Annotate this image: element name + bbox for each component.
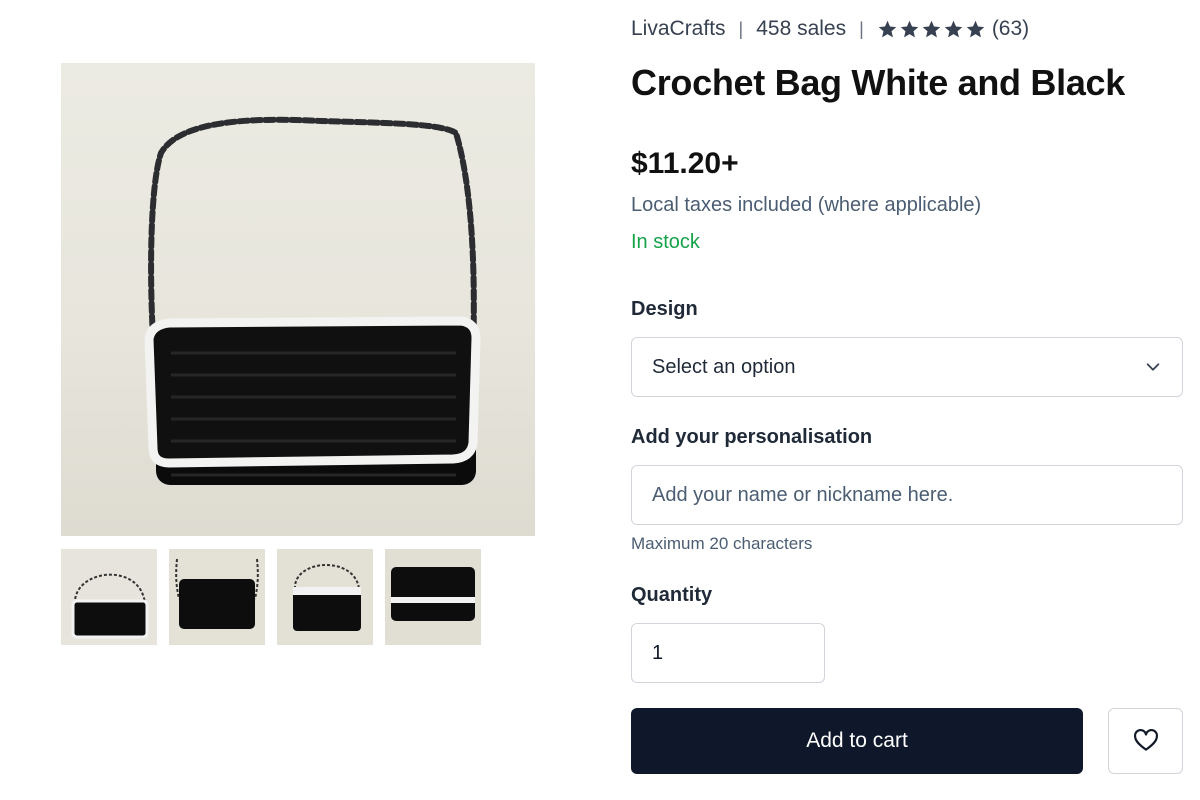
thumbnail-2[interactable]	[169, 549, 265, 645]
chevron-down-icon	[1146, 363, 1160, 371]
shop-meta-line: LivaCrafts | 458 sales | (63)	[631, 17, 1029, 41]
star-icon	[900, 20, 919, 37]
taxes-note: Local taxes included (where applicable)	[631, 194, 982, 216]
separator: |	[859, 18, 864, 39]
design-label: Design	[631, 298, 698, 320]
add-to-cart-button[interactable]: Add to cart	[631, 708, 1083, 774]
personalisation-label: Add your personalisation	[631, 426, 873, 448]
quantity-input[interactable]	[631, 623, 825, 683]
thumbnail-strip	[61, 549, 481, 645]
quantity-label: Quantity	[631, 584, 713, 606]
product-title: Crochet Bag White and Black	[631, 62, 1125, 103]
rating-stars[interactable]	[877, 19, 986, 40]
shop-name-link[interactable]: LivaCrafts	[631, 17, 726, 41]
thumbnail-3[interactable]	[277, 549, 373, 645]
star-icon	[878, 20, 897, 37]
favorite-button[interactable]	[1108, 708, 1183, 774]
heart-icon	[1133, 728, 1158, 751]
design-select[interactable]: Select an option	[631, 337, 1183, 397]
star-icon	[922, 20, 941, 37]
personalisation-hint: Maximum 20 characters	[631, 534, 813, 553]
thumbnail-1[interactable]	[61, 549, 157, 645]
personalisation-input[interactable]	[631, 465, 1183, 525]
crochet-bag-photo	[144, 116, 481, 485]
star-icon	[944, 20, 963, 37]
review-count[interactable]: (63)	[992, 17, 1029, 41]
design-select-value: Select an option	[652, 355, 796, 378]
separator: |	[738, 18, 744, 39]
stock-status: In stock	[631, 231, 700, 253]
main-product-image[interactable]	[61, 63, 535, 536]
sales-count: 458 sales	[756, 17, 847, 40]
thumbnail-4[interactable]	[385, 549, 481, 645]
product-price: $11.20+	[631, 147, 739, 180]
star-icon	[966, 20, 985, 37]
